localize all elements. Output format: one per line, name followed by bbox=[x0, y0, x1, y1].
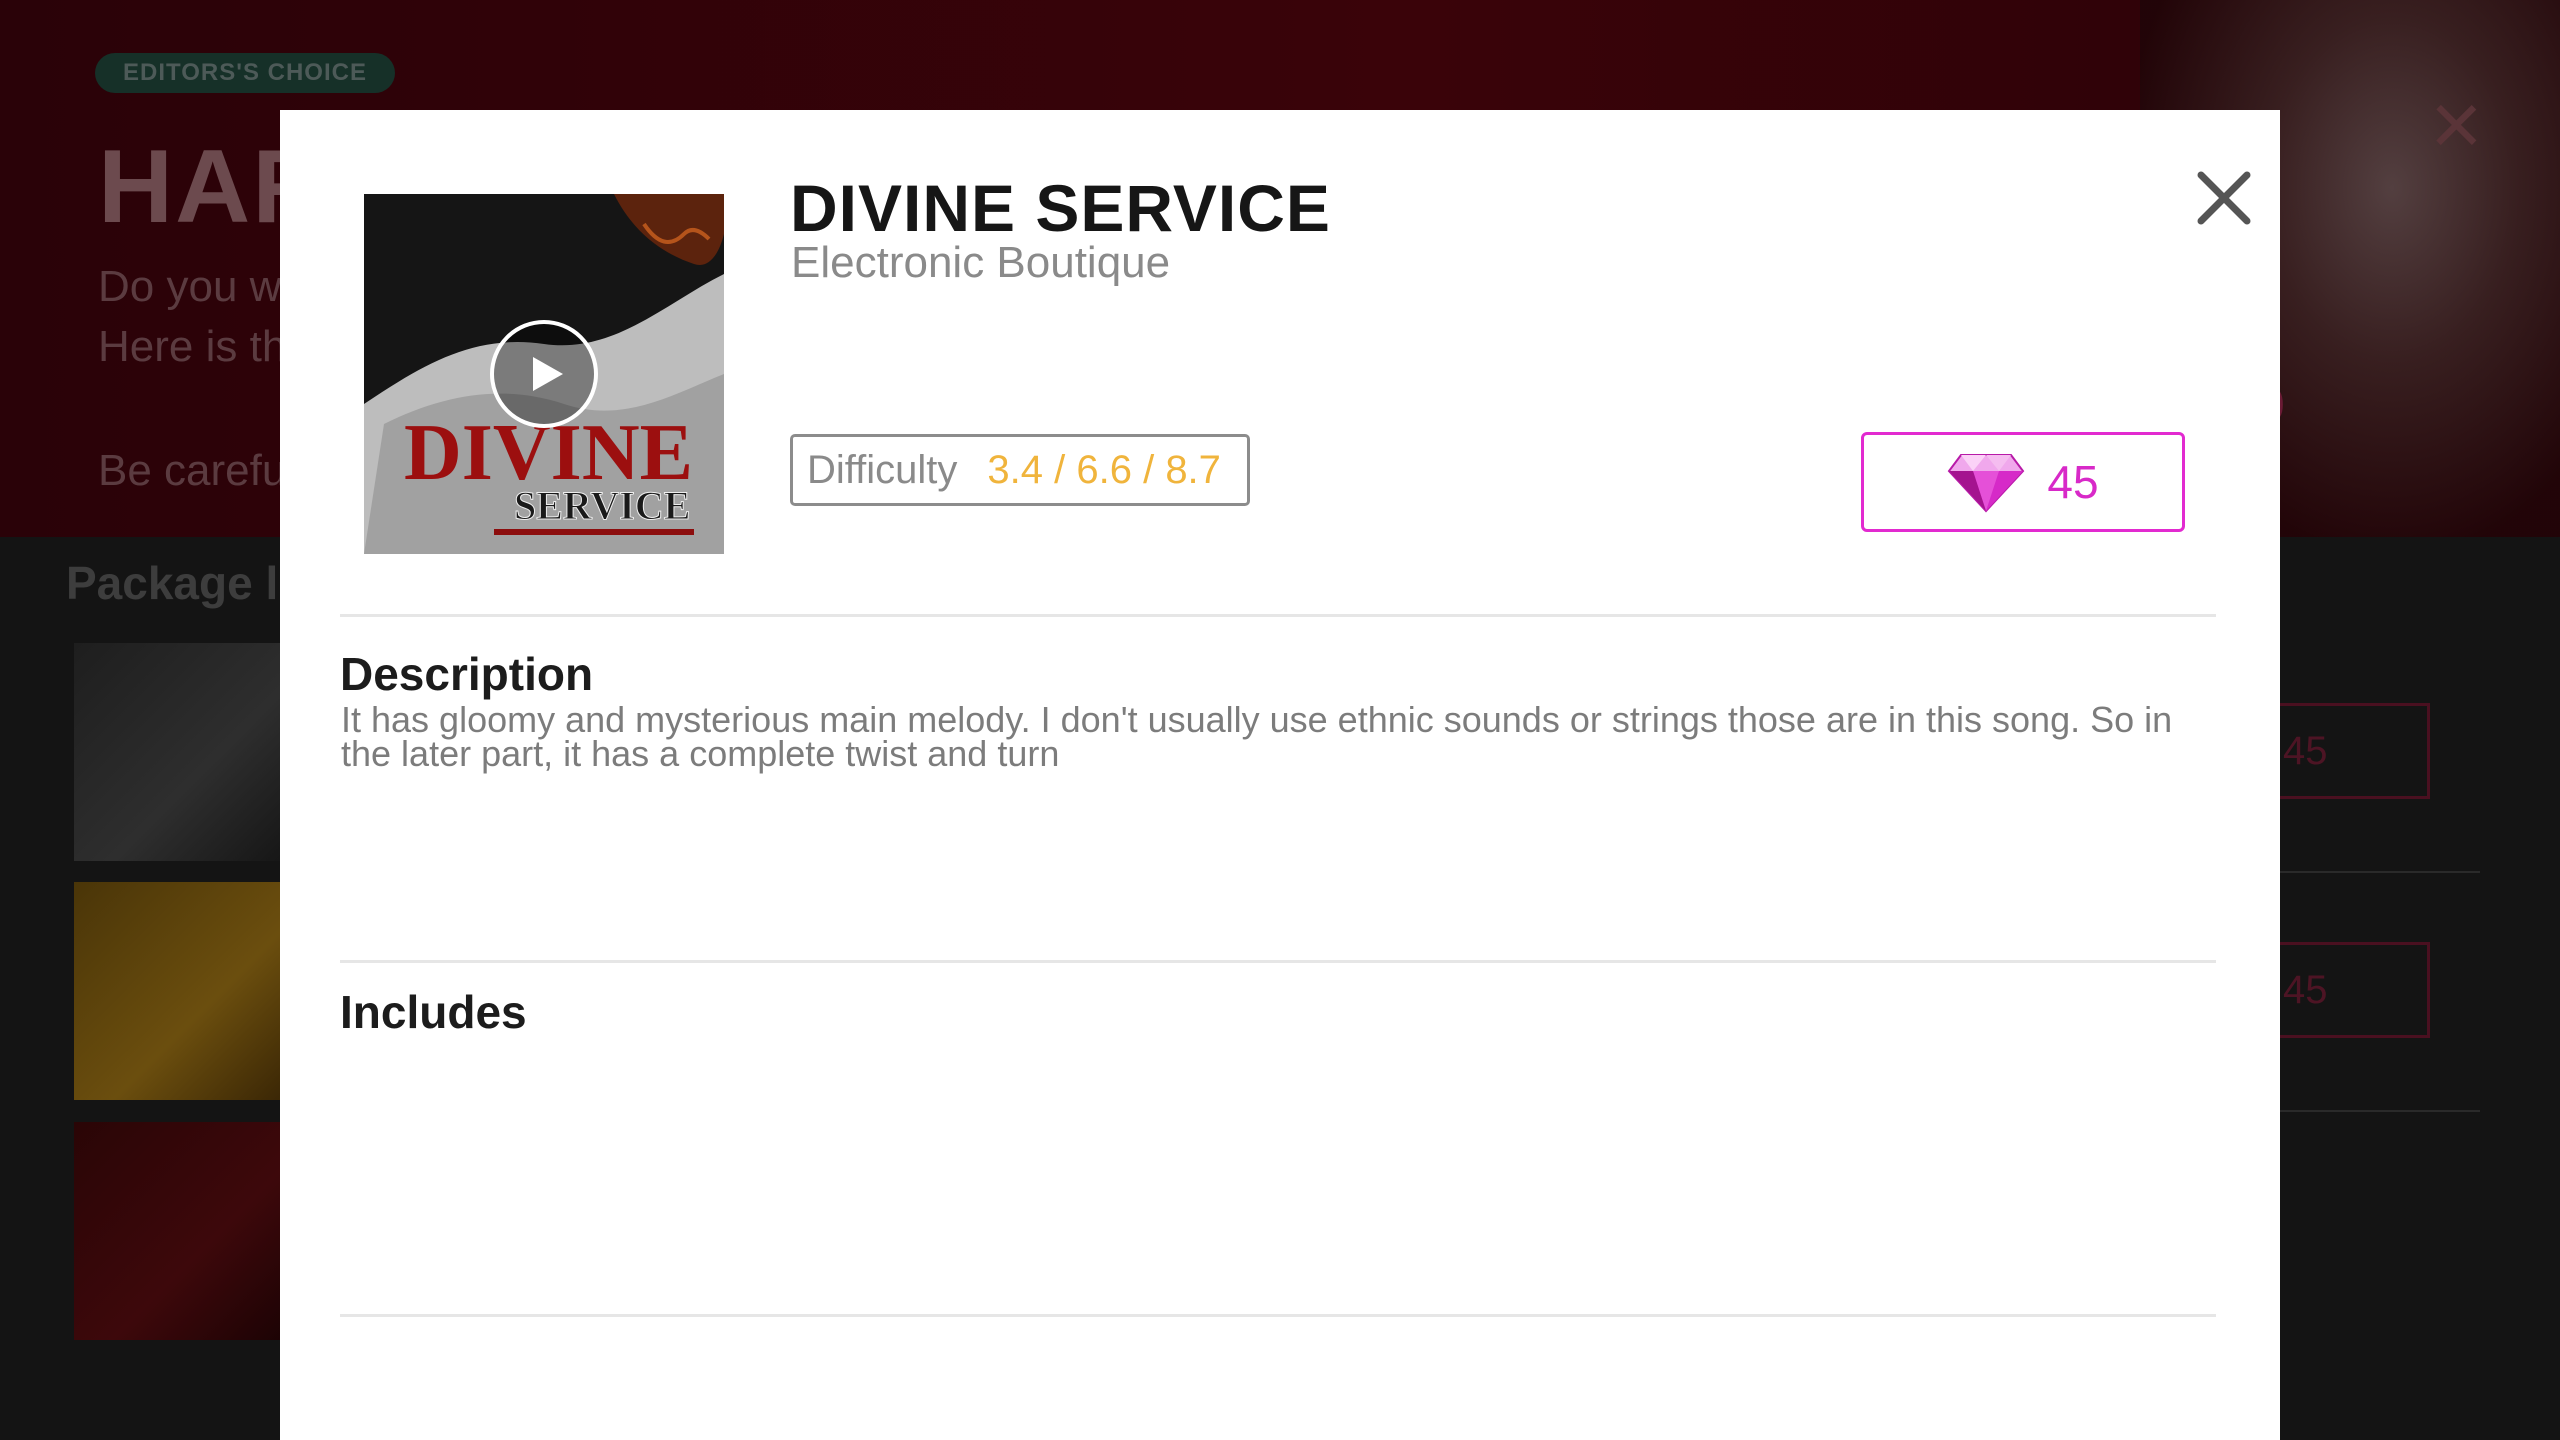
section-divider bbox=[340, 960, 2216, 963]
difficulty-label: Difficulty bbox=[807, 447, 958, 492]
description-text: It has gloomy and mysterious main melody… bbox=[341, 699, 2173, 774]
banner-text-line: Do you w bbox=[98, 262, 282, 311]
price-amount: 45 bbox=[2047, 456, 2099, 508]
difficulty-value: 3.4 / 6.6 / 8.7 bbox=[987, 447, 1221, 492]
song-detail-modal: DIVINE SERVICE DIVINE SERVICE Electronic… bbox=[280, 110, 2280, 1440]
package-card[interactable] bbox=[74, 882, 284, 1100]
song-artist: Electronic Boutique bbox=[791, 238, 1171, 287]
banner-close-icon[interactable]: × bbox=[2430, 80, 2483, 170]
gem-icon bbox=[1948, 454, 2025, 513]
album-cover: DIVINE SERVICE bbox=[364, 194, 724, 554]
close-icon bbox=[2197, 171, 2251, 225]
section-divider bbox=[340, 1314, 2216, 1317]
song-title: DIVINE SERVICE bbox=[790, 171, 1331, 245]
play-icon bbox=[490, 320, 598, 428]
buy-button[interactable]: 45 bbox=[1861, 432, 2185, 532]
cover-subtitle-text: SERVICE bbox=[514, 483, 690, 528]
editors-choice-badge: EDITORS'S CHOICE bbox=[95, 53, 395, 93]
package-card[interactable] bbox=[74, 1122, 284, 1340]
play-preview-button[interactable] bbox=[489, 319, 599, 429]
close-button[interactable] bbox=[2176, 150, 2272, 246]
description-heading: Description bbox=[340, 648, 594, 700]
package-card[interactable] bbox=[74, 643, 284, 861]
banner-text-line: Be carefu bbox=[98, 446, 287, 495]
difficulty-badge: Difficulty 3.4 / 6.6 / 8.7 bbox=[790, 434, 1250, 506]
includes-heading: Includes bbox=[340, 986, 527, 1038]
section-divider bbox=[340, 614, 2216, 617]
package-list-header: Package li bbox=[66, 557, 292, 609]
banner-text-line: Here is th bbox=[98, 322, 287, 371]
